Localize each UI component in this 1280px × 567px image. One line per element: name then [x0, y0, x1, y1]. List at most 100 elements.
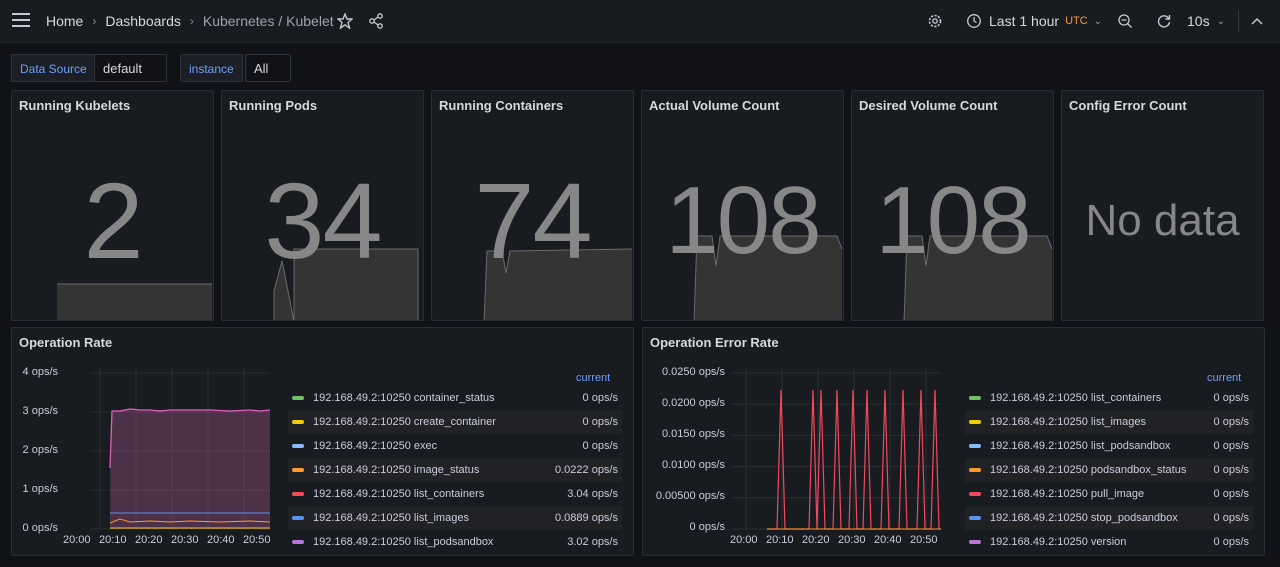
legend-current-header: current — [1207, 372, 1242, 384]
breadcrumb-current: Kubernetes / Kubelet — [202, 13, 334, 29]
legend-color-swatch — [292, 468, 304, 472]
legend-current-value: 3.04 ops/s — [567, 488, 618, 500]
legend-color-swatch — [292, 420, 304, 424]
zoom-out-icon[interactable] — [1117, 13, 1133, 29]
legend-current-header: current — [576, 372, 611, 384]
legend-series-name: 192.168.49.2:10250 exec — [313, 440, 438, 452]
panel-operation-rate[interactable]: Operation Rate 4 ops/s 3 ops/s 2 ops/s 1 op… — [11, 327, 634, 556]
legend-item[interactable]: 192.168.49.2:10250 list_podsandbox 0 ops/… — [965, 434, 1253, 458]
star-icon[interactable] — [337, 13, 353, 29]
legend-color-swatch — [969, 540, 981, 544]
legend-item[interactable]: 192.168.49.2:10250 exec 0 ops/s — [288, 434, 622, 458]
legend-item[interactable]: 192.168.49.2:10250 create_container 0 ops… — [288, 410, 622, 434]
legend-series-name: 192.168.49.2:10250 image_status — [313, 464, 480, 476]
breadcrumb: Home › Dashboards › Kubernetes / Kubelet — [46, 13, 334, 29]
stat-value: 74 — [474, 160, 592, 281]
y-axis-tick-label: 0.00500 ops/s — [655, 490, 725, 502]
refresh-icon[interactable] — [1156, 13, 1172, 29]
y-axis-tick-label: 0.0200 ops/s — [662, 397, 725, 409]
refresh-interval-label: 10s — [1187, 13, 1210, 29]
y-axis-tick-label: 1 ops/s — [22, 483, 58, 495]
datasource-select-value: default — [103, 61, 143, 76]
menu-icon[interactable] — [12, 13, 30, 27]
stat-panel-running-kubelets[interactable]: Running Kubelets 2 — [11, 90, 214, 321]
y-axis-tick-label: 0.0150 ops/s — [662, 428, 725, 440]
stat-value: 34 — [264, 160, 382, 281]
legend-item[interactable]: 192.168.49.2:10250 list_containers 0 ops/… — [965, 386, 1253, 410]
legend-color-swatch — [969, 492, 981, 496]
legend-series-name: 192.168.49.2:10250 list_images — [313, 512, 469, 524]
chevron-right-icon: › — [189, 14, 194, 28]
y-axis-tick-label: 0.0250 ops/s — [662, 366, 725, 378]
legend-color-swatch — [292, 444, 304, 448]
datasource-select[interactable]: default ⌄ — [94, 54, 167, 104]
legend-series-name: 192.168.49.2:10250 create_container — [313, 416, 496, 428]
datasource-variable-label: Data Source — [11, 54, 96, 82]
legend-color-swatch — [292, 396, 304, 400]
legend-item[interactable]: 192.168.49.2:10250 version 0 ops/s — [965, 530, 1253, 554]
y-axis-tick-label: 3 ops/s — [22, 405, 58, 417]
y-axis-tick-label: 0.0100 ops/s — [662, 459, 725, 471]
chevron-down-icon: ⌄ — [1216, 15, 1225, 27]
instance-select-value: All — [254, 61, 269, 76]
top-navbar: Home › Dashboards › Kubernetes / Kubelet… — [0, 0, 1280, 43]
share-icon[interactable] — [368, 13, 384, 29]
legend-series-name: 192.168.49.2:10250 pull_image — [990, 488, 1145, 500]
legend-current-value: 3.02 ops/s — [567, 536, 618, 548]
toolbar-divider — [1238, 10, 1239, 32]
panel-title: Operation Rate — [19, 335, 113, 350]
legend-item[interactable]: 192.168.49.2:10250 image_status 0.0222 op… — [288, 458, 622, 482]
stat-panel-running-pods[interactable]: Running Pods 34 — [221, 90, 424, 321]
stat-panel-running-containers[interactable]: Running Containers 74 — [431, 90, 634, 321]
legend-item[interactable]: 192.168.49.2:10250 list_containers 3.04 o… — [288, 482, 622, 506]
legend-item[interactable]: 192.168.49.2:10250 list_images 0 ops/s — [965, 410, 1253, 434]
legend-current-value: 0 ops/s — [1213, 488, 1249, 500]
panel-operation-error-rate[interactable]: Operation Error Rate 0.0250 ops/s 0.0200 … — [642, 327, 1265, 556]
legend-current-value: 0 ops/s — [582, 416, 618, 428]
stat-panel-config-error-count[interactable]: Config Error Count No data — [1061, 90, 1264, 321]
collapse-chevron-up-icon[interactable] — [1250, 14, 1264, 28]
series-area-list-containers — [110, 409, 270, 529]
legend-series-name: 192.168.49.2:10250 stop_podsandbox — [990, 512, 1178, 524]
stat-panel-actual-volume-count[interactable]: Actual Volume Count 108 — [641, 90, 844, 321]
y-axis-tick-label: 0 ops/s — [22, 522, 58, 534]
refresh-interval-picker[interactable]: 10s ⌄ — [1187, 13, 1225, 29]
legend-item[interactable]: 192.168.49.2:10250 stop_podsandbox 0 ops/… — [965, 506, 1253, 530]
legend-color-swatch — [292, 540, 304, 544]
operation-rate-graph — [90, 368, 270, 530]
stat-panel-desired-volume-count[interactable]: Desired Volume Count 108 — [851, 90, 1054, 321]
breadcrumb-home[interactable]: Home — [46, 13, 83, 29]
legend-color-swatch — [969, 396, 981, 400]
stat-value-no-data: No data — [1085, 196, 1240, 245]
instance-variable-label: instance — [180, 54, 243, 82]
legend-series-name: 192.168.49.2:10250 list_podsandbox — [990, 440, 1171, 452]
settings-gear-icon[interactable] — [927, 13, 943, 29]
legend-series-name: 192.168.49.2:10250 podsandbox_status — [990, 464, 1187, 476]
legend-item[interactable]: 192.168.49.2:10250 pull_image 0 ops/s — [965, 482, 1253, 506]
instance-select[interactable]: All ⌄ — [245, 54, 291, 104]
legend-item[interactable]: 192.168.49.2:10250 list_images 0.0889 ops… — [288, 506, 622, 530]
legend-series-name: 192.168.49.2:10250 list_containers — [990, 392, 1162, 404]
timezone-label: UTC — [1065, 15, 1088, 27]
legend-series-name: 192.168.49.2:10250 version — [990, 536, 1127, 548]
time-range-picker[interactable]: Last 1 hour UTC ⌄ — [966, 13, 1102, 29]
chevron-right-icon: › — [92, 14, 97, 28]
panel-title: Config Error Count — [1069, 98, 1187, 113]
legend-color-swatch — [969, 468, 981, 472]
legend-current-value: 0 ops/s — [1213, 464, 1249, 476]
legend-item[interactable]: 192.168.49.2:10250 list_podsandbox 3.02 o… — [288, 530, 622, 554]
legend-color-swatch — [969, 516, 981, 520]
legend-current-value: 0.0889 ops/s — [555, 512, 618, 524]
legend-color-swatch — [969, 420, 981, 424]
legend-series-name: 192.168.49.2:10250 list_images — [990, 416, 1146, 428]
legend-item[interactable]: 192.168.49.2:10250 podsandbox_status 0 op… — [965, 458, 1253, 482]
clock-icon — [967, 14, 981, 28]
y-axis-tick-label: 4 ops/s — [22, 366, 58, 378]
legend-item[interactable]: 192.168.49.2:10250 container_status 0 ops… — [288, 386, 622, 410]
operation-error-rate-graph — [731, 368, 941, 530]
stat-value: 2 — [83, 160, 143, 281]
x-axis-tick-label: 20:00 — [63, 534, 91, 546]
legend-series-name: 192.168.49.2:10250 container_status — [313, 392, 495, 404]
variables-bar: Data Source default ⌄ instance All ⌄ — [0, 42, 1280, 104]
breadcrumb-dashboards[interactable]: Dashboards — [105, 13, 181, 29]
